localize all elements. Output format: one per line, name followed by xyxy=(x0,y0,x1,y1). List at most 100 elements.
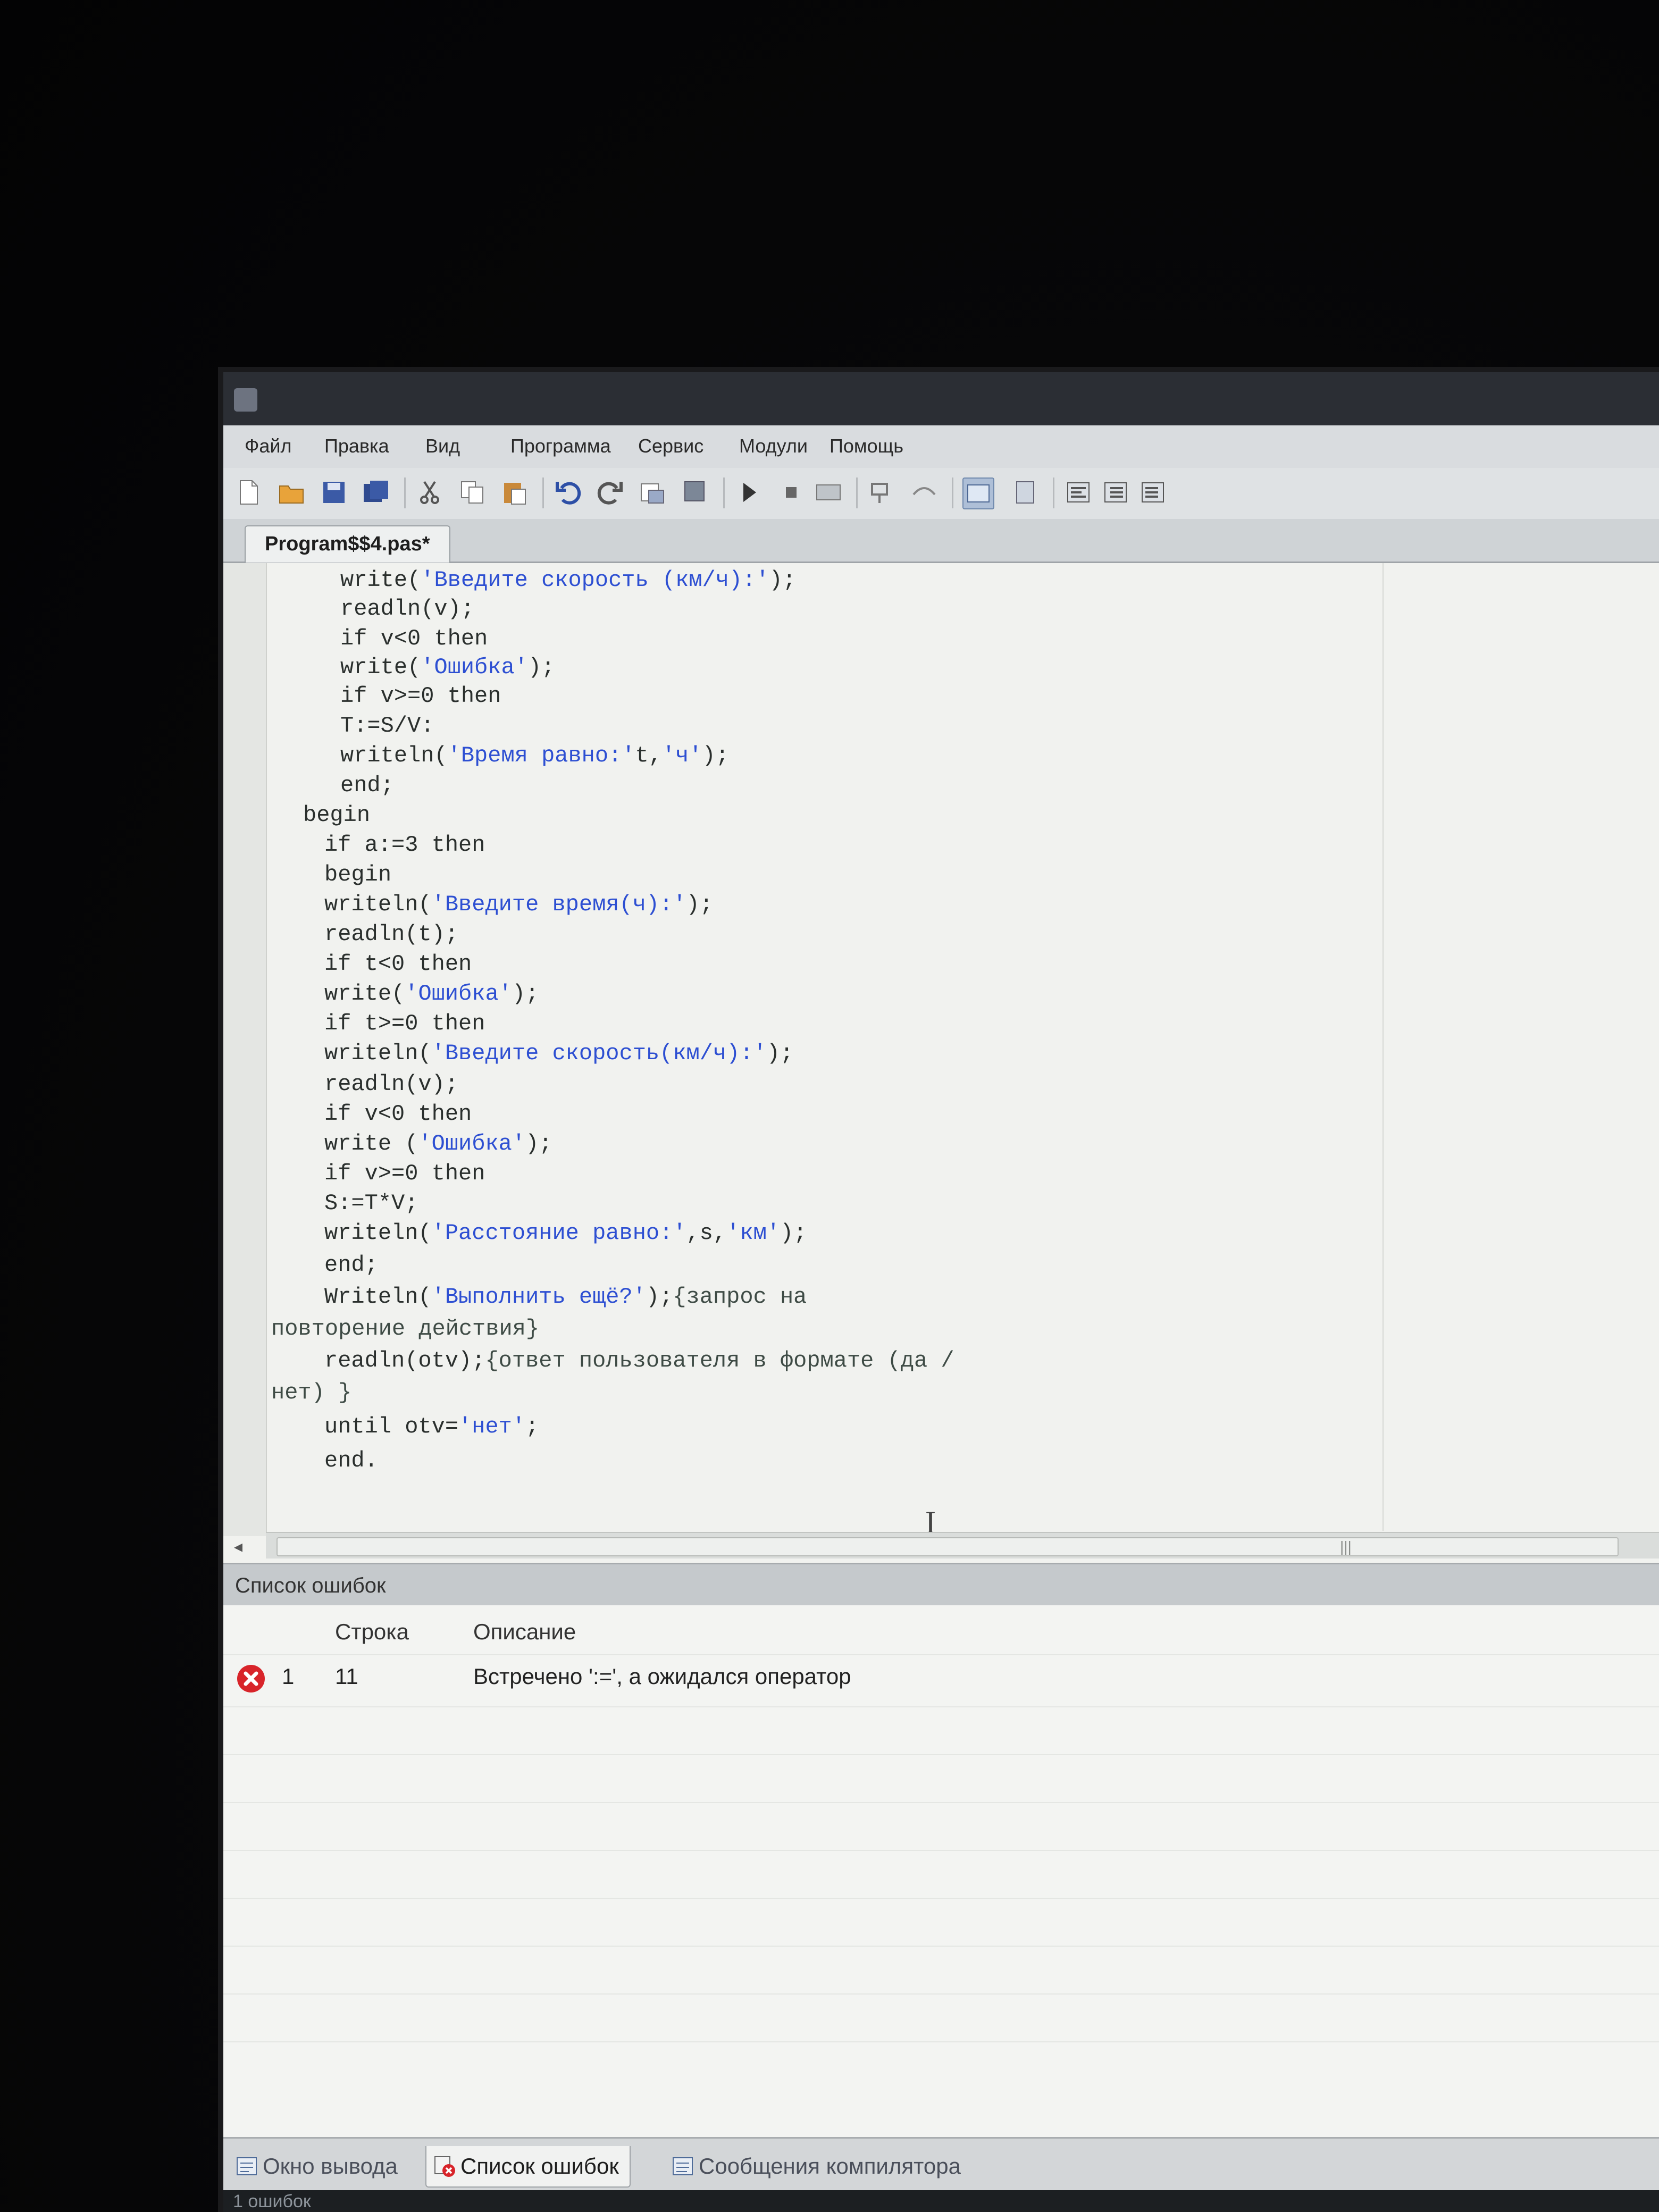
tab-error-list[interactable]: Список ошибок xyxy=(425,2146,631,2188)
code-line[interactable]: if v>=0 then xyxy=(340,683,501,709)
scrollbar-thumb[interactable] xyxy=(276,1537,1619,1556)
code-line[interactable]: writeln('Время равно:'t,'ч'); xyxy=(340,743,729,768)
code-line[interactable]: readln(otv);{ответ пользователя в формат… xyxy=(324,1348,954,1373)
save-all-icon[interactable] xyxy=(362,477,391,507)
string-literal: 'Введите скорость(км/ч):' xyxy=(431,1041,767,1066)
code-line[interactable]: readln(v); xyxy=(340,596,474,622)
code-line[interactable]: end; xyxy=(324,1252,378,1278)
format-code-icon[interactable] xyxy=(1063,477,1093,507)
code-token: ); xyxy=(702,743,729,768)
code-line[interactable]: write('Ошибка'); xyxy=(340,655,555,680)
status-bar: 1 ошибок xyxy=(223,2190,1659,2212)
code-token: t, xyxy=(635,743,662,768)
code-line[interactable]: readln(t); xyxy=(324,921,458,947)
code-token: ); xyxy=(527,655,555,680)
code-token: ; xyxy=(525,1414,539,1439)
code-line[interactable]: S:=T*V; xyxy=(324,1191,418,1216)
run-icon[interactable] xyxy=(734,477,764,507)
code-line[interactable]: writeln('Расстояние равно:',s,'км'); xyxy=(324,1220,807,1246)
menu-edit[interactable]: Правка xyxy=(324,435,389,457)
code-line[interactable]: if v<0 then xyxy=(340,626,488,651)
output-window-toggle-icon[interactable] xyxy=(962,477,994,509)
code-area[interactable]: write('Введите скорость (км/ч):'); readln… xyxy=(271,563,1367,1531)
code-line[interactable]: until otv='нет'; xyxy=(324,1414,539,1439)
menu-help[interactable]: Помощь xyxy=(830,435,903,457)
title-bar xyxy=(223,372,1659,425)
code-token: if v<0 then xyxy=(324,1101,472,1127)
step-over-icon[interactable] xyxy=(909,477,939,507)
scrollbar-grip-icon: ||| xyxy=(1340,1538,1352,1555)
code-comment: {запрос на xyxy=(673,1284,807,1310)
column-header-description[interactable]: Описание xyxy=(473,1619,576,1645)
code-line[interactable]: if v>=0 then xyxy=(324,1161,485,1186)
code-line[interactable]: повторение действия} xyxy=(271,1316,539,1342)
code-line[interactable]: end; xyxy=(340,773,394,798)
code-token: end. xyxy=(324,1448,378,1473)
code-line[interactable]: begin xyxy=(324,862,391,887)
tab-output-window[interactable]: Окно вывода xyxy=(229,2146,408,2186)
code-line[interactable]: begin xyxy=(303,802,370,828)
step-into-icon[interactable] xyxy=(867,477,896,507)
code-line[interactable]: readln(v); xyxy=(324,1071,458,1097)
code-line[interactable]: нет) } xyxy=(271,1380,351,1405)
code-line[interactable]: if t<0 then xyxy=(324,951,472,977)
code-token: if v>=0 then xyxy=(340,683,501,709)
code-token: write( xyxy=(324,981,405,1007)
column-header-line[interactable]: Строка xyxy=(335,1619,409,1645)
code-line[interactable]: if a:=3 then xyxy=(324,832,485,858)
unindent-icon[interactable] xyxy=(1138,477,1168,507)
code-token: ); xyxy=(525,1131,552,1157)
scroll-left-arrow-icon[interactable]: ◂ xyxy=(234,1536,242,1556)
code-line[interactable]: writeln('Введите время(ч):'); xyxy=(324,892,713,917)
code-line[interactable]: Writeln('Выполнить ещё?');{запрос на xyxy=(324,1284,807,1310)
code-token: until otv= xyxy=(324,1414,459,1439)
cut-icon[interactable] xyxy=(415,477,445,507)
code-token: ); xyxy=(512,981,539,1007)
string-literal: 'Ошибка' xyxy=(405,981,512,1007)
code-line[interactable]: write ('Ошибка'); xyxy=(324,1131,552,1157)
form-designer-icon[interactable] xyxy=(1010,477,1040,507)
code-token: ,s, xyxy=(686,1220,727,1246)
code-token: ); xyxy=(686,892,713,917)
paste-icon[interactable] xyxy=(500,477,530,507)
redo-icon[interactable] xyxy=(596,477,625,507)
code-line[interactable]: if v<0 then xyxy=(324,1101,472,1127)
code-token: readln(otv); xyxy=(324,1348,485,1373)
menu-service[interactable]: Сервис xyxy=(638,435,703,457)
code-line[interactable]: if t>=0 then xyxy=(324,1011,485,1036)
menu-view[interactable]: Вид xyxy=(425,435,460,457)
code-token: ); xyxy=(766,1041,794,1066)
copy-icon[interactable] xyxy=(457,477,487,507)
open-folder-icon[interactable] xyxy=(276,477,306,507)
code-comment: {ответ пользователя в формате (да / xyxy=(485,1348,954,1373)
code-token: writeln( xyxy=(340,743,448,768)
string-literal: 'Время равно:' xyxy=(447,743,635,768)
file-tab[interactable]: Program$$4.pas* xyxy=(245,525,450,563)
save-icon[interactable] xyxy=(319,477,349,507)
code-line[interactable]: end. xyxy=(324,1448,378,1473)
code-line[interactable]: write('Введите скорость (км/ч):'); xyxy=(340,567,796,593)
code-comment: повторение действия} xyxy=(271,1316,540,1342)
code-editor[interactable]: write('Введите скорость (км/ч):'); readln… xyxy=(223,563,1659,1563)
new-file-icon[interactable] xyxy=(234,477,264,507)
error-number: 1 xyxy=(282,1664,295,1689)
code-token: begin xyxy=(324,862,392,887)
stop-icon[interactable] xyxy=(776,477,806,507)
menu-modules[interactable]: Модули xyxy=(739,435,808,457)
code-line[interactable]: writeln('Введите скорость(км/ч):'); xyxy=(324,1041,793,1066)
undo-icon[interactable] xyxy=(553,477,583,507)
menu-program[interactable]: Программа xyxy=(510,435,611,457)
menu-file[interactable]: Файл xyxy=(245,435,292,457)
replace-icon[interactable] xyxy=(681,477,710,507)
indent-icon[interactable] xyxy=(1101,477,1130,507)
code-line[interactable]: T:=S/V: xyxy=(340,713,434,739)
error-list: Строка Описание 1 11 Встречено ':=', а о… xyxy=(223,1605,1659,2137)
tab-compiler-messages[interactable]: Сообщения компилятора xyxy=(665,2146,971,2186)
code-line[interactable]: write('Ошибка'); xyxy=(324,981,539,1007)
horizontal-scrollbar[interactable]: ||| xyxy=(266,1532,1659,1559)
compile-icon[interactable] xyxy=(814,477,843,507)
toolbar xyxy=(223,468,1659,520)
find-icon[interactable] xyxy=(638,477,668,507)
code-token: readln(v); xyxy=(340,596,475,622)
code-token: begin xyxy=(303,802,371,828)
